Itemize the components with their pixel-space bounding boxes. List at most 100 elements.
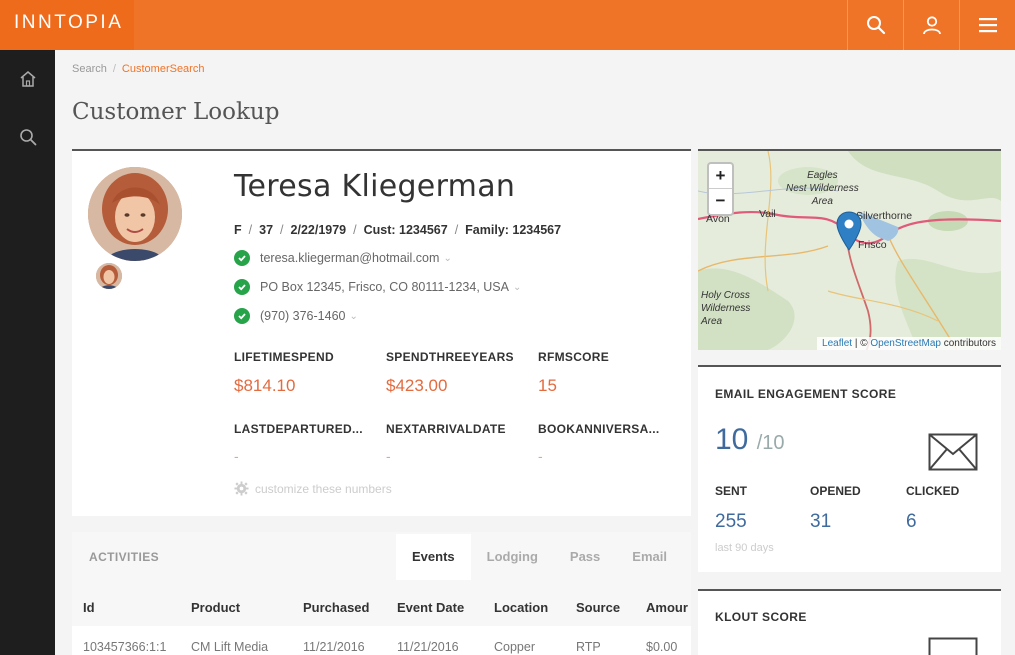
stat-label: LASTDEPARTURED...: [234, 422, 363, 436]
verified-check-icon: [234, 250, 250, 266]
envelope-icon: [928, 433, 978, 471]
stat-label: BOOKANNIVERSA...: [538, 422, 660, 436]
map-town-avon: Avon: [706, 213, 730, 225]
sent-label: SENT: [715, 484, 748, 498]
address-value: PO Box 12345, Frisco, CO 80111-1234, USA: [260, 280, 509, 294]
search-button[interactable]: [847, 0, 903, 50]
home-icon: [20, 71, 35, 87]
opened-label: OPENED: [810, 484, 861, 498]
column-header-location[interactable]: Location: [494, 600, 548, 615]
map-widget[interactable]: + − Eagles Nest Wilderness Area Holy Cro…: [698, 149, 1001, 350]
map-attribution: Leaflet | © OpenStreetMap contributors: [817, 337, 1001, 350]
stat-value: -: [234, 448, 239, 464]
user-icon: [922, 16, 941, 35]
top-actions: [847, 0, 1015, 50]
cell-id: 103457366:1:1: [83, 640, 167, 654]
gear-icon: [234, 481, 249, 496]
attribution-suffix: contributors: [940, 338, 996, 349]
zoom-out-button[interactable]: −: [709, 189, 732, 214]
sidebar-item-home[interactable]: [0, 50, 55, 108]
hamburger-icon: [978, 18, 997, 33]
table-row[interactable]: 103457366:1:1 CM Lift Media 11/21/2016 1…: [72, 626, 691, 655]
contact-address[interactable]: PO Box 12345, Frisco, CO 80111-1234, USA…: [234, 279, 521, 295]
contact-email[interactable]: teresa.kliegerman@hotmail.com ⌄: [234, 250, 452, 266]
separator: /: [353, 223, 357, 237]
separator: /: [248, 223, 253, 237]
tab-pass[interactable]: Pass: [554, 534, 616, 580]
column-header-id[interactable]: Id: [83, 600, 95, 615]
stat-value: -: [386, 448, 391, 464]
avatar-thumbnail[interactable]: [96, 263, 122, 289]
cell-event-date: 11/21/2016: [397, 640, 459, 654]
osm-link[interactable]: OpenStreetMap: [870, 338, 941, 349]
column-header-event-date[interactable]: Event Date: [397, 600, 464, 615]
column-header-product[interactable]: Product: [191, 600, 240, 615]
tab-email[interactable]: Email: [616, 534, 683, 580]
sidebar: [0, 50, 55, 655]
stat-label: NEXTARRIVALDATE: [386, 422, 506, 436]
verified-check-icon: [234, 279, 250, 295]
map-label-eagles-nest: Eagles Nest Wilderness Area: [786, 170, 859, 207]
opened-value: 31: [810, 511, 832, 532]
avatar: [88, 167, 182, 261]
score-denominator: /10: [756, 432, 785, 454]
map-marker-icon[interactable]: [836, 211, 862, 251]
cell-location: Copper: [494, 640, 535, 654]
zoom-in-button[interactable]: +: [709, 164, 732, 189]
table-header: Id Product Purchased Event Date Location…: [72, 590, 691, 626]
breadcrumb-separator: /: [112, 63, 116, 75]
stat-value: $423.00: [386, 376, 448, 395]
column-header-amount[interactable]: Amour: [646, 600, 691, 615]
card-title: EMAIL ENGAGEMENT SCORE: [715, 387, 897, 401]
breadcrumb-current[interactable]: CustomerSearch: [122, 63, 205, 75]
email-value: teresa.kliegerman@hotmail.com: [260, 251, 440, 265]
period-note: last 90 days: [715, 542, 774, 554]
map-town-frisco: Frisco: [858, 239, 887, 251]
email-sent: SENT 255: [715, 484, 747, 533]
customer-meta: F / 37 / 2/22/1979 / Cust: 1234567 / Family: 123…: [234, 223, 561, 237]
top-bar: INNTOPIA: [0, 0, 1015, 50]
stat-next-arrival: NEXTARRIVALDATE -: [386, 422, 506, 464]
separator: /: [280, 223, 284, 237]
map-town-silverthorne: Silverthorne: [856, 210, 913, 222]
contact-phone[interactable]: (970) 376-1460 ⌄: [234, 308, 358, 324]
clicked-label: CLICKED: [906, 484, 960, 498]
cell-amount: $0.00: [646, 640, 678, 654]
verified-check-icon: [234, 308, 250, 324]
tab-lodging[interactable]: Lodging: [471, 534, 554, 580]
stat-last-departure: LASTDEPARTURED... -: [234, 422, 363, 464]
customize-label: customize these numbers: [255, 481, 392, 496]
stat-label: SPENDTHREEYEARS: [386, 350, 514, 364]
menu-button[interactable]: [959, 0, 1015, 50]
klout-score-card: KLOUT SCORE: [698, 589, 1001, 655]
customize-numbers-link[interactable]: customize these numbers: [234, 481, 392, 496]
user-button[interactable]: [903, 0, 959, 50]
stat-label: LIFETIMESPEND: [234, 350, 334, 364]
chevron-down-icon: ⌄: [512, 281, 522, 293]
breadcrumb-search[interactable]: Search: [72, 63, 107, 75]
sidebar-item-search[interactable]: [0, 108, 55, 166]
column-header-purchased[interactable]: Purchased: [303, 600, 369, 615]
stat-book-anniversary: BOOKANNIVERSA... -: [538, 422, 659, 464]
map-town-vail: Vail: [759, 208, 776, 220]
separator: /: [454, 223, 459, 237]
leaflet-link[interactable]: Leaflet: [822, 338, 852, 349]
card-title: KLOUT SCORE: [715, 610, 807, 624]
search-icon: [19, 129, 36, 146]
stat-rfm-score: RFMSCORE 15: [538, 350, 609, 396]
clicked-value: 6: [906, 511, 917, 532]
column-header-source[interactable]: Source: [576, 600, 620, 615]
logo[interactable]: INNTOPIA: [0, 0, 134, 50]
chevron-down-icon: ⌄: [349, 310, 358, 322]
customer-id: Cust: 1234567: [363, 223, 448, 237]
phone-value: (970) 376-1460: [260, 309, 346, 323]
email-engagement-card: EMAIL ENGAGEMENT SCORE 10 /10 SENT 255 O…: [698, 365, 1001, 572]
breadcrumb: Search / CustomerSearch: [72, 63, 204, 75]
chevron-down-icon: ⌄: [443, 252, 452, 264]
customer-profile-card: Teresa Kliegerman F / 37 / 2/22/1979 / Cust: 1…: [72, 149, 691, 516]
stat-value: -: [538, 448, 543, 464]
activities-title: ACTIVITIES: [89, 550, 160, 564]
envelope-icon: [928, 637, 978, 655]
tab-events[interactable]: Events: [396, 534, 471, 580]
activities-tabs: Events Lodging Pass Email: [396, 534, 683, 580]
